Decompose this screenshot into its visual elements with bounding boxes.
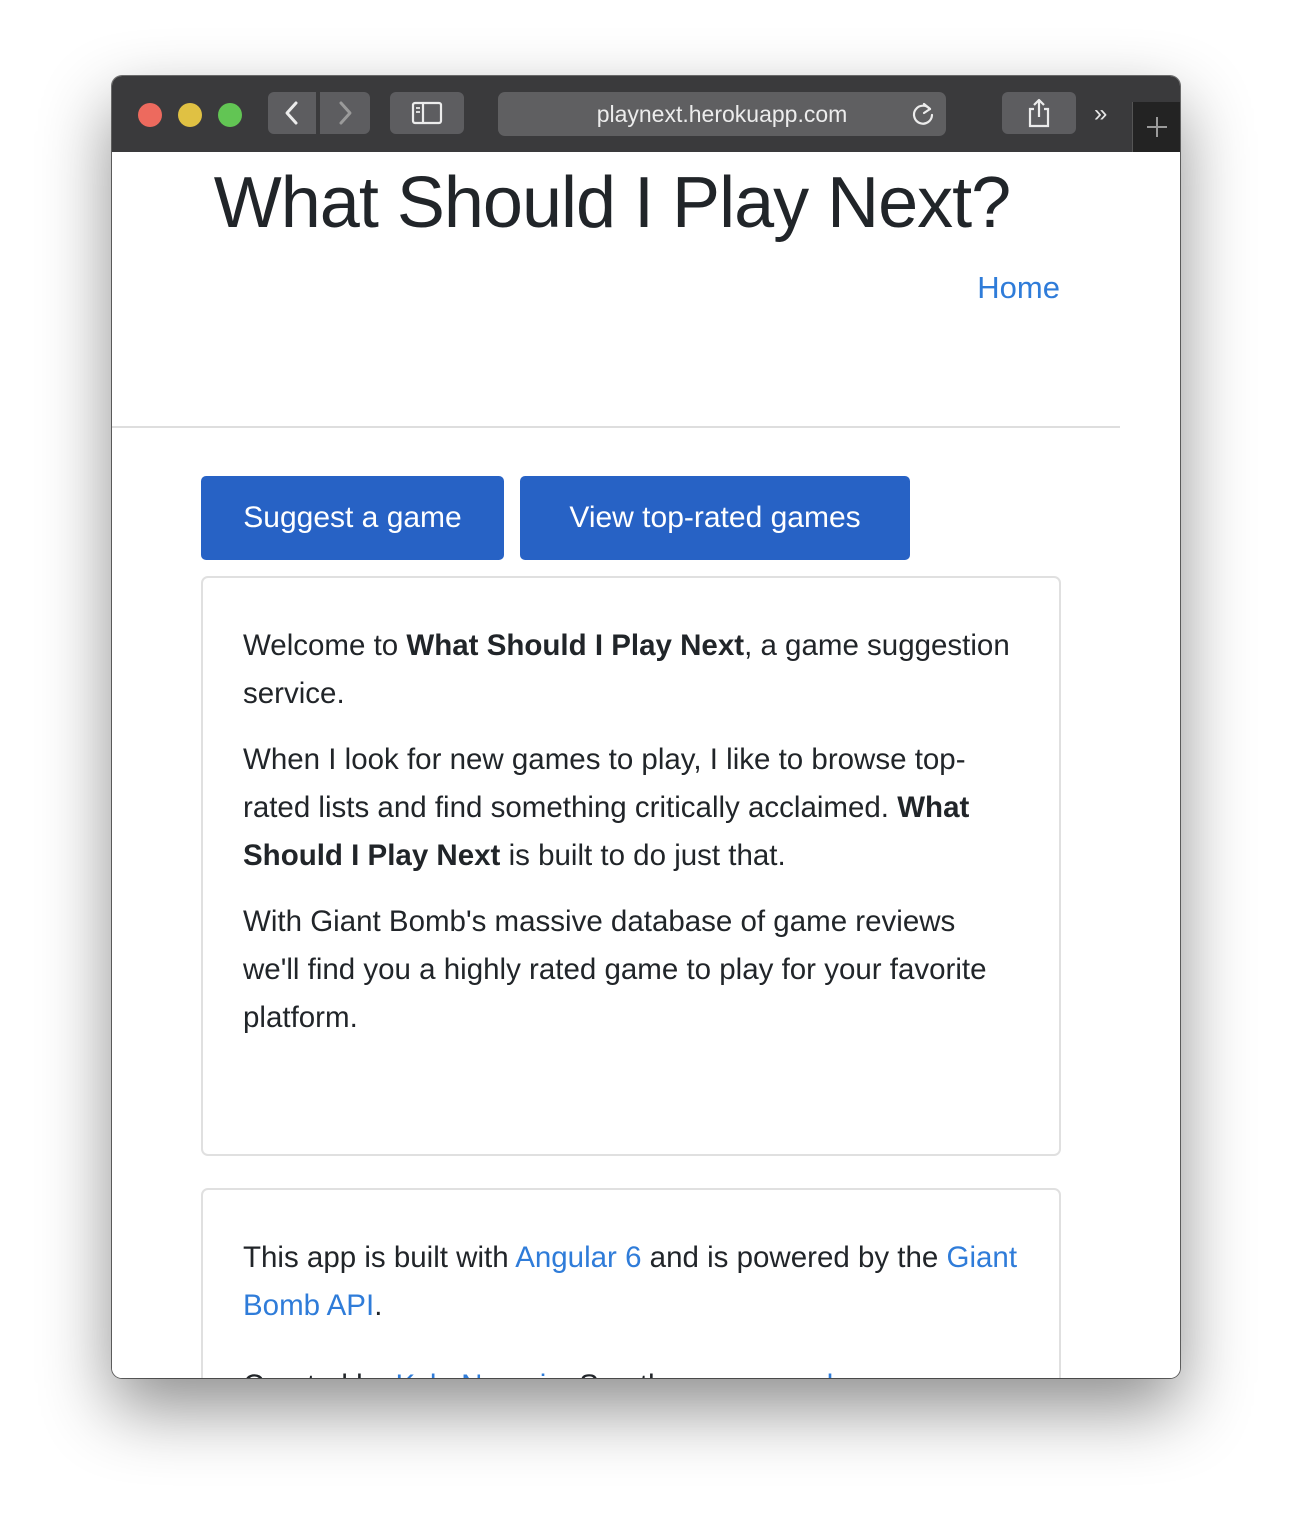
- about-text: .: [850, 1369, 858, 1378]
- suggest-game-button[interactable]: Suggest a game: [201, 476, 504, 560]
- intro-paragraph-3: With Giant Bomb's massive database of ga…: [243, 905, 987, 1034]
- intro-text: is built to do just that.: [500, 839, 786, 872]
- sidebar-button[interactable]: [390, 92, 464, 134]
- about-text: Created by: [243, 1369, 396, 1378]
- new-tab-button[interactable]: [1132, 102, 1180, 152]
- about-text: This app is built with: [243, 1241, 516, 1274]
- zoom-window-button[interactable]: [218, 103, 242, 127]
- intro-paragraph-2: When I look for new games to play, I lik…: [243, 736, 1019, 880]
- angular-link[interactable]: Angular 6: [515, 1241, 641, 1274]
- minimize-window-button[interactable]: [178, 103, 202, 127]
- share-icon: [1028, 98, 1050, 128]
- url-text: playnext.herokuapp.com: [596, 101, 848, 127]
- author-link[interactable]: Kyle Nazario: [396, 1369, 563, 1378]
- intro-card: Welcome to What Should I Play Next, a ga…: [201, 576, 1061, 1156]
- reload-icon[interactable]: [910, 101, 936, 127]
- about-text: and is powered by the: [641, 1241, 947, 1274]
- share-button[interactable]: [1002, 92, 1076, 134]
- intro-paragraph-1: Welcome to What Should I Play Next, a ga…: [243, 622, 1019, 718]
- back-button[interactable]: [268, 92, 316, 134]
- browser-toolbar: playnext.herokuapp.com »: [112, 76, 1180, 153]
- more-toolbar-items-icon[interactable]: »: [1094, 100, 1107, 128]
- nav-home-link[interactable]: Home: [977, 270, 1060, 306]
- address-bar[interactable]: playnext.herokuapp.com: [498, 92, 946, 136]
- header-divider: [112, 426, 1120, 428]
- about-card: This app is built with Angular 6 and is …: [201, 1188, 1061, 1378]
- about-text: . See the: [563, 1369, 689, 1378]
- page-title: What Should I Play Next?: [213, 163, 1011, 243]
- browser-window: playnext.herokuapp.com » What Should I P…: [112, 76, 1180, 1378]
- top-rated-games-button[interactable]: View top-rated games: [520, 476, 910, 560]
- sidebar-icon: [411, 101, 443, 125]
- chevron-left-icon: [285, 101, 298, 125]
- close-window-button[interactable]: [138, 103, 162, 127]
- intro-text: When I look for new games to play, I lik…: [243, 743, 966, 824]
- plus-icon: [1147, 117, 1167, 137]
- chevron-right-icon: [339, 101, 352, 125]
- app-name-bold: What Should I Play Next: [406, 629, 745, 662]
- source-code-link[interactable]: source code: [689, 1369, 850, 1378]
- intro-text: Welcome to: [243, 629, 407, 662]
- about-paragraph-2: Created by Kyle Nazario. See the source …: [243, 1362, 1019, 1378]
- about-text: .: [374, 1289, 383, 1322]
- about-paragraph-1: This app is built with Angular 6 and is …: [243, 1234, 1019, 1330]
- forward-button[interactable]: [320, 92, 370, 134]
- page-content: What Should I Play Next? Home Suggest a …: [112, 152, 1180, 1378]
